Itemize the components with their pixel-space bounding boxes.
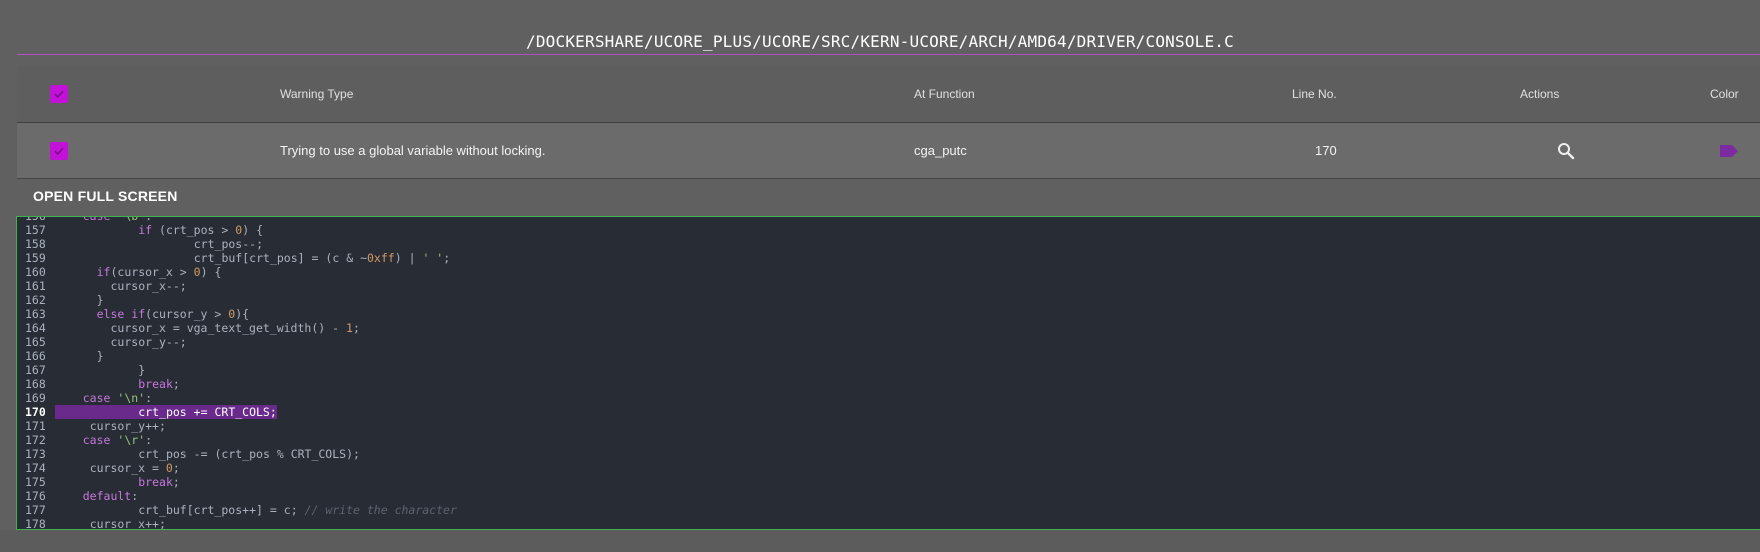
row-color-cell[interactable] xyxy=(1719,123,1739,178)
select-all-cell xyxy=(50,66,68,122)
row-checkbox[interactable] xyxy=(50,141,68,160)
open-full-screen-button[interactable]: OPEN FULL SCREEN xyxy=(33,188,178,204)
code-line: 165 cursor_y--; xyxy=(17,335,1760,349)
line-number: 166 xyxy=(25,349,46,363)
code-text: } xyxy=(96,293,104,307)
line-number: 170 xyxy=(25,405,46,419)
check-icon xyxy=(54,147,64,155)
code-text: if (crt_pos > 0) { xyxy=(138,223,264,237)
code-lines: 156 case '\b': 157 if (crt_pos > 0) {158 … xyxy=(17,216,1760,530)
code-text: cursor_y++; xyxy=(89,419,166,433)
code-text: cursor_x--; xyxy=(110,279,187,293)
line-number: 163 xyxy=(25,307,46,321)
code-text: cursor_x = 0; xyxy=(89,461,180,475)
table-header: Warning Type At Function Line No. Action… xyxy=(17,66,1760,123)
row-select-cell xyxy=(50,123,68,178)
line-number: 173 xyxy=(25,447,46,461)
code-text: crt_buf[crt_pos] = (c & ~0xff) | ' '; xyxy=(193,251,451,265)
code-line: 157 if (crt_pos > 0) { xyxy=(17,223,1760,237)
line-number: 175 xyxy=(25,475,46,489)
code-text: else if(cursor_y > 0){ xyxy=(96,307,250,321)
header-color: Color xyxy=(1710,87,1739,101)
row-line-no: 170 xyxy=(1315,143,1337,158)
line-number: 165 xyxy=(25,335,46,349)
line-number: 167 xyxy=(25,363,46,377)
code-line: 176 default: xyxy=(17,489,1760,503)
header-actions: Actions xyxy=(1520,87,1560,101)
code-text: crt_pos += CRT_COLS; xyxy=(55,405,277,419)
line-number: 158 xyxy=(25,237,46,251)
line-number: 159 xyxy=(25,251,46,265)
line-number: 172 xyxy=(25,433,46,447)
code-text: default: xyxy=(82,489,139,503)
code-text: crt_pos--; xyxy=(193,237,264,251)
code-line: 172 case '\r': xyxy=(17,433,1760,447)
code-text: crt_buf[crt_pos++] = c; // write the cha… xyxy=(138,503,457,517)
code-text: case '\b': xyxy=(82,216,153,223)
line-number: 174 xyxy=(25,461,46,475)
code-line: 168 break; xyxy=(17,377,1760,391)
footer-bar xyxy=(0,530,1760,552)
check-icon xyxy=(54,90,64,99)
code-line: 170 crt_pos += CRT_COLS; xyxy=(17,405,1760,419)
code-line: 162 } xyxy=(17,293,1760,307)
label-icon[interactable] xyxy=(1719,144,1739,158)
line-number: 157 xyxy=(25,223,46,237)
line-number: 169 xyxy=(25,391,46,405)
select-all-checkbox[interactable] xyxy=(50,85,68,103)
header-warning-type[interactable]: Warning Type xyxy=(280,66,353,122)
line-number: 171 xyxy=(25,419,46,433)
code-viewer[interactable]: 156 case '\b': 157 if (crt_pos > 0) {158 … xyxy=(16,216,1760,530)
code-line: 163 else if(cursor_y > 0){ xyxy=(17,307,1760,321)
file-path-title: /DOCKERSHARE/UCORE_PLUS/UCORE/SRC/KERN-U… xyxy=(526,32,1234,51)
code-line: 161 cursor_x--; xyxy=(17,279,1760,293)
code-line: 159 crt_buf[crt_pos] = (c & ~0xff) | ' '… xyxy=(17,251,1760,265)
line-number: 161 xyxy=(25,279,46,293)
code-line: 156 case '\b': xyxy=(17,216,1760,223)
search-icon[interactable] xyxy=(1557,142,1575,160)
code-text: if(cursor_x > 0) { xyxy=(96,265,222,279)
header-at-function[interactable]: At Function xyxy=(914,66,975,122)
code-line: 171 cursor_y++; xyxy=(17,419,1760,433)
code-line: 160 if(cursor_x > 0) { xyxy=(17,265,1760,279)
code-text: cursor_y--; xyxy=(110,335,187,349)
code-line: 164 cursor_x = vga_text_get_width() - 1; xyxy=(17,321,1760,335)
line-number: 168 xyxy=(25,377,46,391)
row-at-function: cga_putc xyxy=(914,143,967,158)
line-number: 162 xyxy=(25,293,46,307)
code-text: case '\r': xyxy=(82,433,153,447)
title-divider xyxy=(17,54,1760,55)
code-text: } xyxy=(138,363,146,377)
line-number: 178 xyxy=(25,517,46,530)
code-text: cursor_x++; xyxy=(89,517,166,530)
code-line: 169 case '\n': xyxy=(17,391,1760,405)
code-text: } xyxy=(96,349,104,363)
line-number: 164 xyxy=(25,321,46,335)
line-number: 177 xyxy=(25,503,46,517)
line-number: 160 xyxy=(25,265,46,279)
code-text: crt_pos -= (crt_pos % CRT_COLS); xyxy=(138,447,360,461)
code-line: 175 break; xyxy=(17,475,1760,489)
code-line: 173 crt_pos -= (crt_pos % CRT_COLS); xyxy=(17,447,1760,461)
code-text: break; xyxy=(138,377,180,391)
code-text: case '\n': xyxy=(82,391,153,405)
row-action-search[interactable] xyxy=(1557,123,1575,178)
code-line: 158 crt_pos--; xyxy=(17,237,1760,251)
code-line: 177 crt_buf[crt_pos++] = c; // write the… xyxy=(17,503,1760,517)
code-line: 166 } xyxy=(17,349,1760,363)
line-number: 176 xyxy=(25,489,46,503)
header-line-no[interactable]: Line No. xyxy=(1292,66,1337,122)
code-line: 178 cursor_x++; xyxy=(17,517,1760,530)
code-line: 167 } xyxy=(17,363,1760,377)
table-row[interactable]: Trying to use a global variable without … xyxy=(17,123,1760,179)
line-number: 156 xyxy=(25,216,46,223)
code-text: break; xyxy=(138,475,180,489)
code-line: 174 cursor_x = 0; xyxy=(17,461,1760,475)
row-warning-type: Trying to use a global variable without … xyxy=(280,143,546,158)
code-text: cursor_x = vga_text_get_width() - 1; xyxy=(110,321,360,335)
warning-viewer: /DOCKERSHARE/UCORE_PLUS/UCORE/SRC/KERN-U… xyxy=(0,0,1760,552)
